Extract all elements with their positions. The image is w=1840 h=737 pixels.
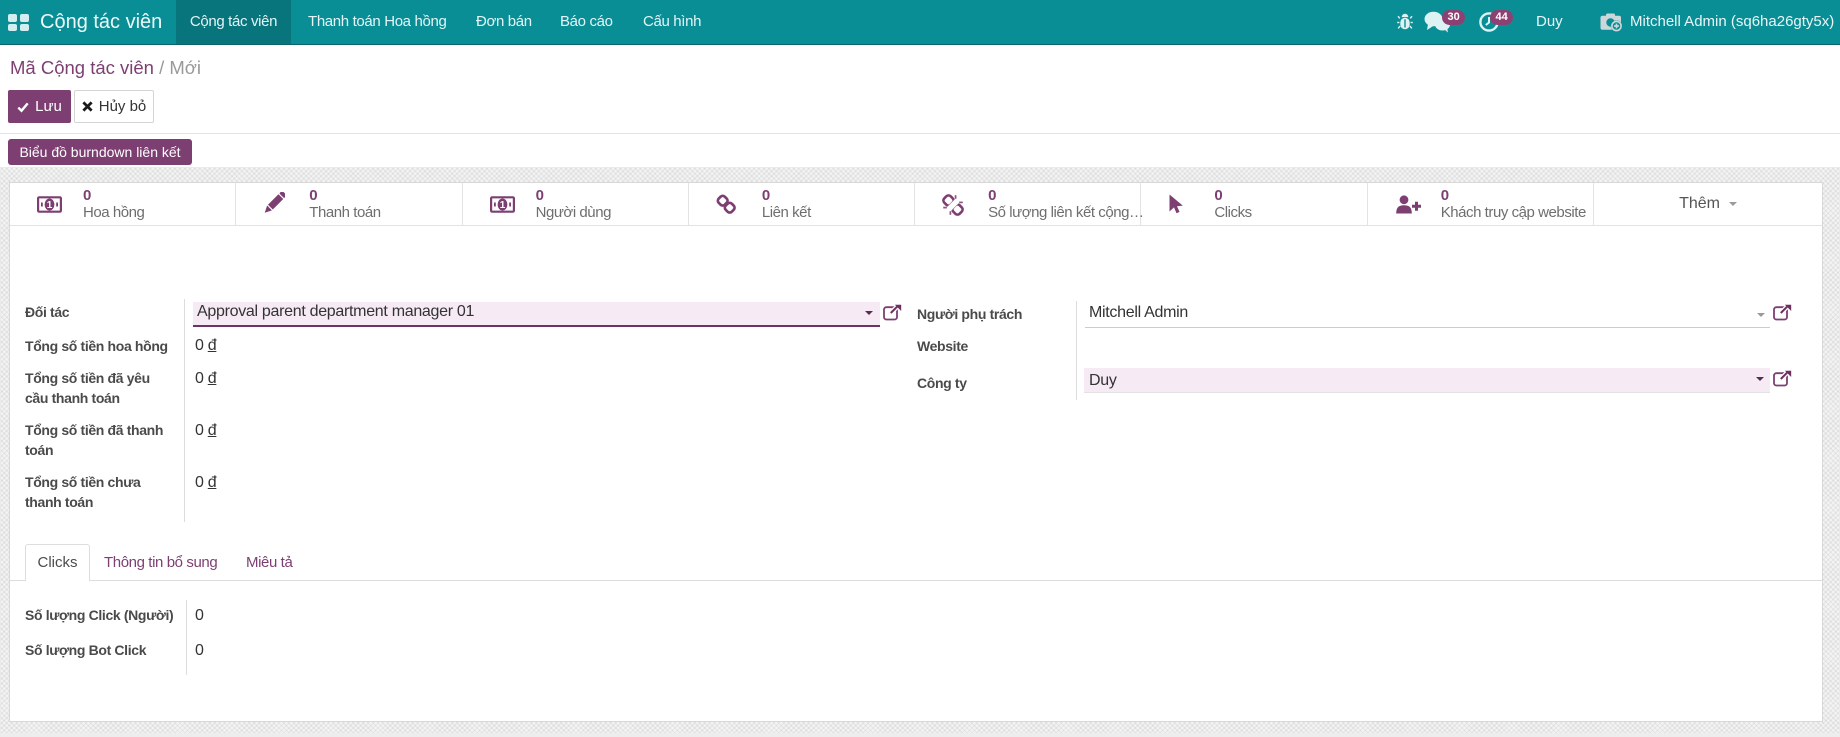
svg-text:1: 1	[47, 200, 53, 211]
svg-text:1: 1	[499, 200, 505, 211]
